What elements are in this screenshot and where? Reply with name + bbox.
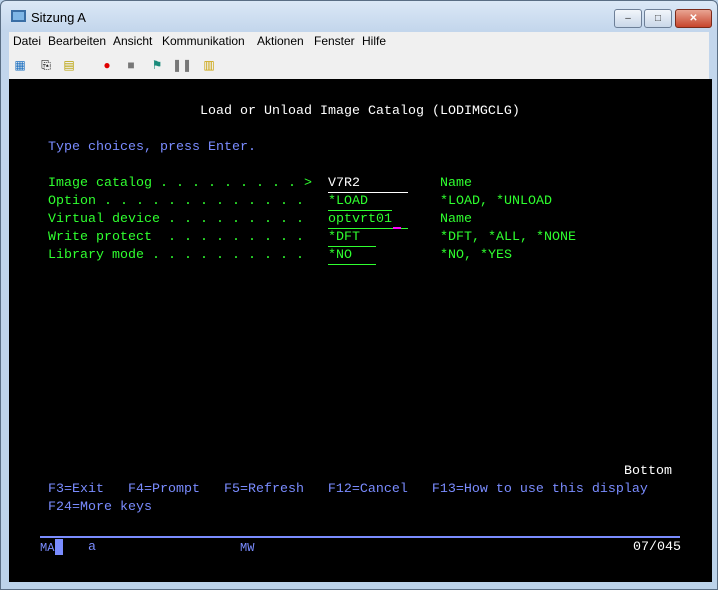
write-protect-input[interactable]: *DFT	[328, 230, 376, 247]
minimize-button[interactable]: –	[614, 9, 642, 28]
cursor-position: 07/045	[633, 540, 681, 555]
terminal-screen[interactable]: Load or Unload Image Catalog (LODIMGCLG)…	[9, 79, 712, 582]
status-mode: MA	[40, 541, 55, 555]
field-label-option: Option . . . . . . . . . . . . .	[48, 194, 304, 209]
field-hint: Name	[440, 176, 472, 191]
maximize-button[interactable]: □	[644, 9, 672, 28]
menu-fenster[interactable]: Fenster	[314, 34, 355, 48]
menu-bar: Datei Bearbeiten Ansicht Kommunikation A…	[9, 32, 709, 51]
function-keys: F3=Exit F4=Prompt F5=Refresh F12=Cancel …	[48, 482, 648, 497]
menu-bearbeiten[interactable]: Bearbeiten	[48, 34, 106, 48]
record-macro-icon[interactable]: ●	[99, 57, 115, 73]
field-hint: Name	[440, 212, 472, 227]
status-separator	[40, 536, 680, 538]
menu-datei[interactable]: Datei	[13, 34, 41, 48]
stop-macro-icon[interactable]: ■	[123, 57, 139, 73]
copy-icon[interactable]: ⎘	[38, 57, 54, 73]
menu-aktionen[interactable]: Aktionen	[257, 34, 304, 48]
field-label-write-protect: Write protect . . . . . . . . .	[48, 230, 304, 245]
screen-title: Load or Unload Image Catalog (LODIMGCLG)	[200, 104, 520, 119]
field-label-image-catalog: Image catalog . . . . . . . . . >	[48, 176, 312, 191]
notes-icon[interactable]: ▥	[201, 57, 217, 73]
status-cursor-block	[55, 539, 63, 555]
play-macro-icon[interactable]: ⚑	[149, 57, 165, 73]
field-hint: *DFT, *ALL, *NONE	[440, 230, 576, 245]
text-cursor	[393, 227, 401, 229]
field-hint: *LOAD, *UNLOAD	[440, 194, 552, 209]
title-bar: Sitzung A – □ ✕	[1, 1, 717, 31]
field-label-library-mode: Library mode . . . . . . . . . .	[48, 248, 304, 263]
instructions: Type choices, press Enter.	[48, 140, 256, 155]
toolbar: ▦ ⎘ ▤ ● ■ ⚑ ❚❚ ▥	[9, 51, 709, 79]
field-label-virtual-device: Virtual device . . . . . . . . .	[48, 212, 304, 227]
menu-ansicht[interactable]: Ansicht	[113, 34, 152, 48]
copy-screen-icon[interactable]: ▦	[12, 57, 28, 73]
emulator-window: Sitzung A – □ ✕ Datei Bearbeiten Ansicht…	[0, 0, 718, 590]
image-catalog-input[interactable]: V7R2	[328, 176, 408, 193]
terminal-icon	[11, 10, 26, 22]
status-shift: a	[88, 540, 96, 555]
library-mode-input[interactable]: *NO	[328, 248, 376, 265]
field-hint: *NO, *YES	[440, 248, 512, 263]
pause-macro-icon[interactable]: ❚❚	[172, 57, 192, 73]
more-function-keys: F24=More keys	[48, 500, 152, 515]
window-title: Sitzung A	[31, 10, 86, 25]
close-button[interactable]: ✕	[675, 9, 712, 28]
option-input[interactable]: *LOAD	[328, 194, 392, 211]
menu-kommunikation[interactable]: Kommunikation	[162, 34, 245, 48]
status-mw: MW	[240, 541, 255, 555]
bottom-indicator: Bottom	[624, 464, 672, 479]
paste-icon[interactable]: ▤	[61, 57, 77, 73]
menu-hilfe[interactable]: Hilfe	[362, 34, 386, 48]
